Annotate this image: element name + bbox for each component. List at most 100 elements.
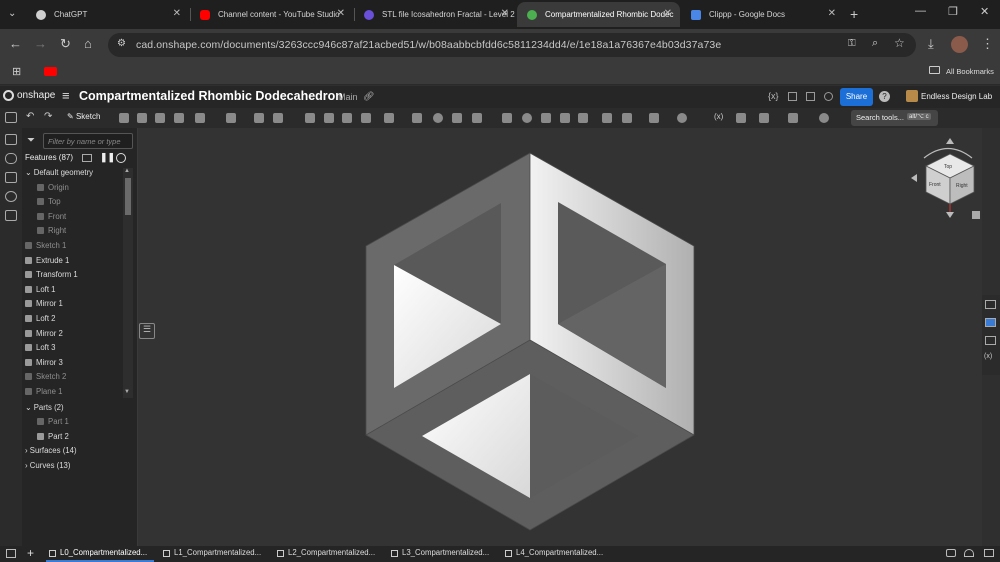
feature-item[interactable]: Sketch 2 bbox=[25, 372, 66, 386]
render-mode-icon[interactable] bbox=[788, 113, 798, 123]
feature-item[interactable]: Mirror 3 bbox=[25, 358, 63, 372]
download-icon[interactable]: ⤓ bbox=[928, 36, 934, 52]
feature-item[interactable]: ⌄ Default geometry bbox=[25, 168, 93, 182]
site-info-icon[interactable]: ⚙ bbox=[117, 38, 126, 49]
feature-item[interactable]: Transform 1 bbox=[25, 270, 78, 284]
filter-funnel-icon[interactable]: ⏷ bbox=[27, 135, 35, 146]
feature-item[interactable]: Mirror 2 bbox=[25, 329, 63, 343]
curves-header[interactable]: › Curves (13) bbox=[25, 461, 71, 475]
pause-icon[interactable]: ❚❚ bbox=[100, 152, 115, 163]
app-store-icon[interactable] bbox=[806, 92, 815, 101]
draft-icon[interactable] bbox=[273, 113, 283, 123]
feature-item[interactable]: Loft 3 bbox=[25, 343, 56, 357]
filter-input[interactable]: Filter by name or type bbox=[43, 133, 133, 149]
history-icon[interactable] bbox=[5, 191, 17, 202]
boolean-icon[interactable] bbox=[412, 113, 422, 123]
browser-tab[interactable]: STL file Icosahedron Fractal - Level 2 ✕ bbox=[354, 2, 517, 27]
document-title[interactable]: Compartmentalized Rhombic Dodecahedron bbox=[79, 89, 343, 103]
car-mode-icon[interactable] bbox=[946, 549, 956, 557]
undo-icon[interactable]: ↶ bbox=[26, 111, 34, 122]
display-icon[interactable] bbox=[819, 113, 829, 123]
frame-icon[interactable] bbox=[602, 113, 612, 123]
surfaces-header[interactable]: › Surfaces (14) bbox=[25, 446, 77, 460]
redo-icon[interactable]: ↷ bbox=[44, 111, 52, 122]
caret-down-icon[interactable]: ⌄ bbox=[25, 168, 34, 177]
element-tab[interactable]: L1_Compartmentalized... bbox=[160, 548, 268, 562]
loft-icon[interactable] bbox=[174, 113, 184, 123]
branch-label[interactable]: Main bbox=[338, 92, 358, 102]
feature-item[interactable]: Right bbox=[37, 226, 66, 240]
url-text[interactable]: cad.onshape.com/documents/3263ccc946c87a… bbox=[136, 39, 721, 51]
scrollbar-thumb[interactable] bbox=[125, 178, 131, 215]
restore-button[interactable]: ❐ bbox=[948, 5, 958, 18]
variables-icon[interactable]: {x} bbox=[768, 91, 779, 101]
transform-icon[interactable] bbox=[452, 113, 462, 123]
feature-list-icon[interactable] bbox=[5, 112, 17, 123]
measure-icon[interactable] bbox=[622, 113, 632, 123]
home-icon[interactable]: ⌂ bbox=[84, 36, 92, 51]
sheet-metal-icon[interactable] bbox=[560, 113, 570, 123]
browser-tab-active[interactable]: Compartmentalized Rhombic Dodec ✕ bbox=[517, 2, 680, 27]
section-view-icon[interactable] bbox=[649, 113, 659, 123]
onshape-logo[interactable]: onshape bbox=[17, 90, 55, 101]
feature-item[interactable]: Mirror 1 bbox=[25, 299, 63, 313]
menu-icon[interactable]: ⋮ bbox=[981, 36, 994, 52]
add-tab-button[interactable]: + bbox=[27, 546, 34, 560]
new-tab-button[interactable]: + bbox=[850, 6, 858, 22]
password-key-icon[interactable]: ⚿ bbox=[848, 38, 856, 49]
rhombic-dodecahedron-model[interactable] bbox=[365, 152, 695, 531]
parts-header[interactable]: ⌄ Parts (2) bbox=[25, 403, 64, 417]
configurations-panel-icon[interactable] bbox=[985, 318, 996, 327]
link-icon[interactable]: 🔗︎ bbox=[363, 91, 374, 102]
omnibox[interactable]: ⚙ cad.onshape.com/documents/3263ccc946c8… bbox=[108, 33, 916, 57]
feature-item[interactable]: Extrude 1 bbox=[25, 256, 69, 270]
graphics-viewport[interactable]: ☰ Top Front Right bbox=[138, 128, 982, 546]
thicken-icon[interactable] bbox=[195, 113, 205, 123]
pattern-icon[interactable] bbox=[361, 113, 371, 123]
fillet-icon[interactable] bbox=[226, 113, 236, 123]
scroll-down-icon[interactable]: ▼ bbox=[124, 389, 130, 395]
feature-scrollbar[interactable]: ▲ ▼ bbox=[123, 168, 133, 398]
element-tab[interactable]: L2_Compartmentalized... bbox=[274, 548, 382, 562]
close-icon[interactable]: ✕ bbox=[173, 8, 181, 19]
part-item[interactable]: Part 2 bbox=[37, 432, 69, 446]
search-tools-input[interactable]: Search tools... alt/⌥ c bbox=[851, 110, 938, 126]
close-icon[interactable]: ✕ bbox=[664, 8, 672, 19]
shell-icon[interactable] bbox=[305, 113, 315, 123]
youtube-bookmark-icon[interactable] bbox=[44, 67, 57, 76]
composite-icon[interactable] bbox=[759, 113, 769, 123]
feature-item[interactable]: Origin bbox=[37, 183, 69, 197]
chamfer-icon[interactable] bbox=[254, 113, 264, 123]
workspace-avatar[interactable] bbox=[906, 90, 918, 102]
feature-item[interactable]: Sketch 1 bbox=[25, 241, 66, 255]
properties-icon[interactable] bbox=[788, 92, 797, 101]
split-icon[interactable] bbox=[433, 113, 443, 123]
view-options-icon[interactable] bbox=[972, 211, 980, 219]
mass-properties-icon[interactable] bbox=[677, 113, 687, 123]
appearance-icon[interactable] bbox=[5, 172, 17, 183]
mirror-icon[interactable] bbox=[384, 113, 394, 123]
view-cube[interactable]: Top Front Right bbox=[908, 134, 982, 229]
browser-tab[interactable]: ChatGPT ✕ bbox=[26, 2, 189, 27]
plane-icon[interactable] bbox=[472, 113, 482, 123]
hamburger-menu-icon[interactable]: ≡ bbox=[62, 88, 70, 103]
feature-item[interactable]: Plane 1 bbox=[25, 387, 62, 401]
reload-icon[interactable]: ↻ bbox=[60, 36, 71, 52]
element-tab[interactable]: L3_Compartmentalized... bbox=[388, 548, 496, 562]
browser-tab[interactable]: Clippp - Google Docs ✕ bbox=[681, 2, 844, 27]
rotate-left-icon[interactable] bbox=[911, 174, 917, 182]
scroll-up-icon[interactable]: ▲ bbox=[124, 168, 130, 174]
close-icon[interactable]: ✕ bbox=[501, 8, 509, 19]
apps-grid-icon[interactable]: ⊞ bbox=[12, 65, 21, 78]
model-view[interactable] bbox=[138, 128, 982, 546]
hole-icon[interactable] bbox=[324, 113, 334, 123]
workspace-name[interactable]: Endless Design Lab bbox=[921, 92, 992, 101]
flange-icon[interactable] bbox=[578, 113, 588, 123]
avatar[interactable] bbox=[951, 36, 968, 53]
helix-icon[interactable] bbox=[522, 113, 532, 123]
minimize-button[interactable]: — bbox=[915, 5, 926, 17]
part-item[interactable]: Part 1 bbox=[37, 417, 69, 431]
bom-icon[interactable] bbox=[5, 210, 17, 221]
back-icon[interactable]: ← bbox=[9, 36, 22, 51]
element-tab[interactable]: L4_Compartmentalized... bbox=[502, 548, 610, 562]
